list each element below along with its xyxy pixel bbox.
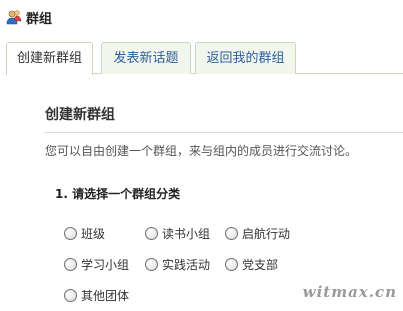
tab-create-group[interactable]: 创建新群组	[6, 42, 93, 75]
page-header: 群组	[6, 6, 52, 28]
option-class[interactable]: 班级	[64, 225, 105, 241]
option-label: 启航行动	[242, 226, 291, 241]
radio-button[interactable]	[225, 257, 238, 271]
option-label: 其他团体	[81, 288, 130, 303]
option-reading-group[interactable]: 读书小组	[145, 225, 210, 241]
divider	[44, 132, 403, 133]
option-label: 实践活动	[162, 257, 211, 272]
option-practice-activity[interactable]: 实践活动	[145, 256, 210, 272]
page-title: 群组	[26, 11, 53, 27]
option-label: 班级	[81, 226, 106, 241]
radio-button[interactable]	[64, 226, 77, 240]
radio-button[interactable]	[145, 226, 158, 240]
radio-button[interactable]	[145, 257, 158, 271]
radio-button[interactable]	[64, 257, 77, 271]
section-description: 您可以自由创建一个群组，来与组内的成员进行交流讨论。	[45, 144, 358, 158]
option-label: 读书小组	[162, 226, 211, 241]
section-title: 创建新群组	[45, 107, 115, 123]
group-people-icon	[6, 9, 22, 25]
radio-button[interactable]	[64, 288, 77, 302]
watermark: witmax.cn	[302, 283, 397, 301]
tab-back-my-groups[interactable]: 返回我的群组	[195, 42, 296, 74]
option-party-branch[interactable]: 党支部	[225, 256, 278, 272]
option-label: 党支部	[242, 257, 279, 272]
option-study-group[interactable]: 学习小组	[64, 256, 129, 272]
option-other-group[interactable]: 其他团体	[64, 287, 129, 303]
tab-bar: 创建新群组 发表新话题 返回我的群组	[6, 42, 403, 75]
option-label: 学习小组	[81, 257, 130, 272]
category-question: 1. 请选择一个群组分类	[55, 187, 181, 201]
tab-new-topic[interactable]: 发表新话题	[101, 42, 191, 74]
radio-button[interactable]	[225, 226, 238, 240]
option-launch-action[interactable]: 启航行动	[225, 225, 290, 241]
